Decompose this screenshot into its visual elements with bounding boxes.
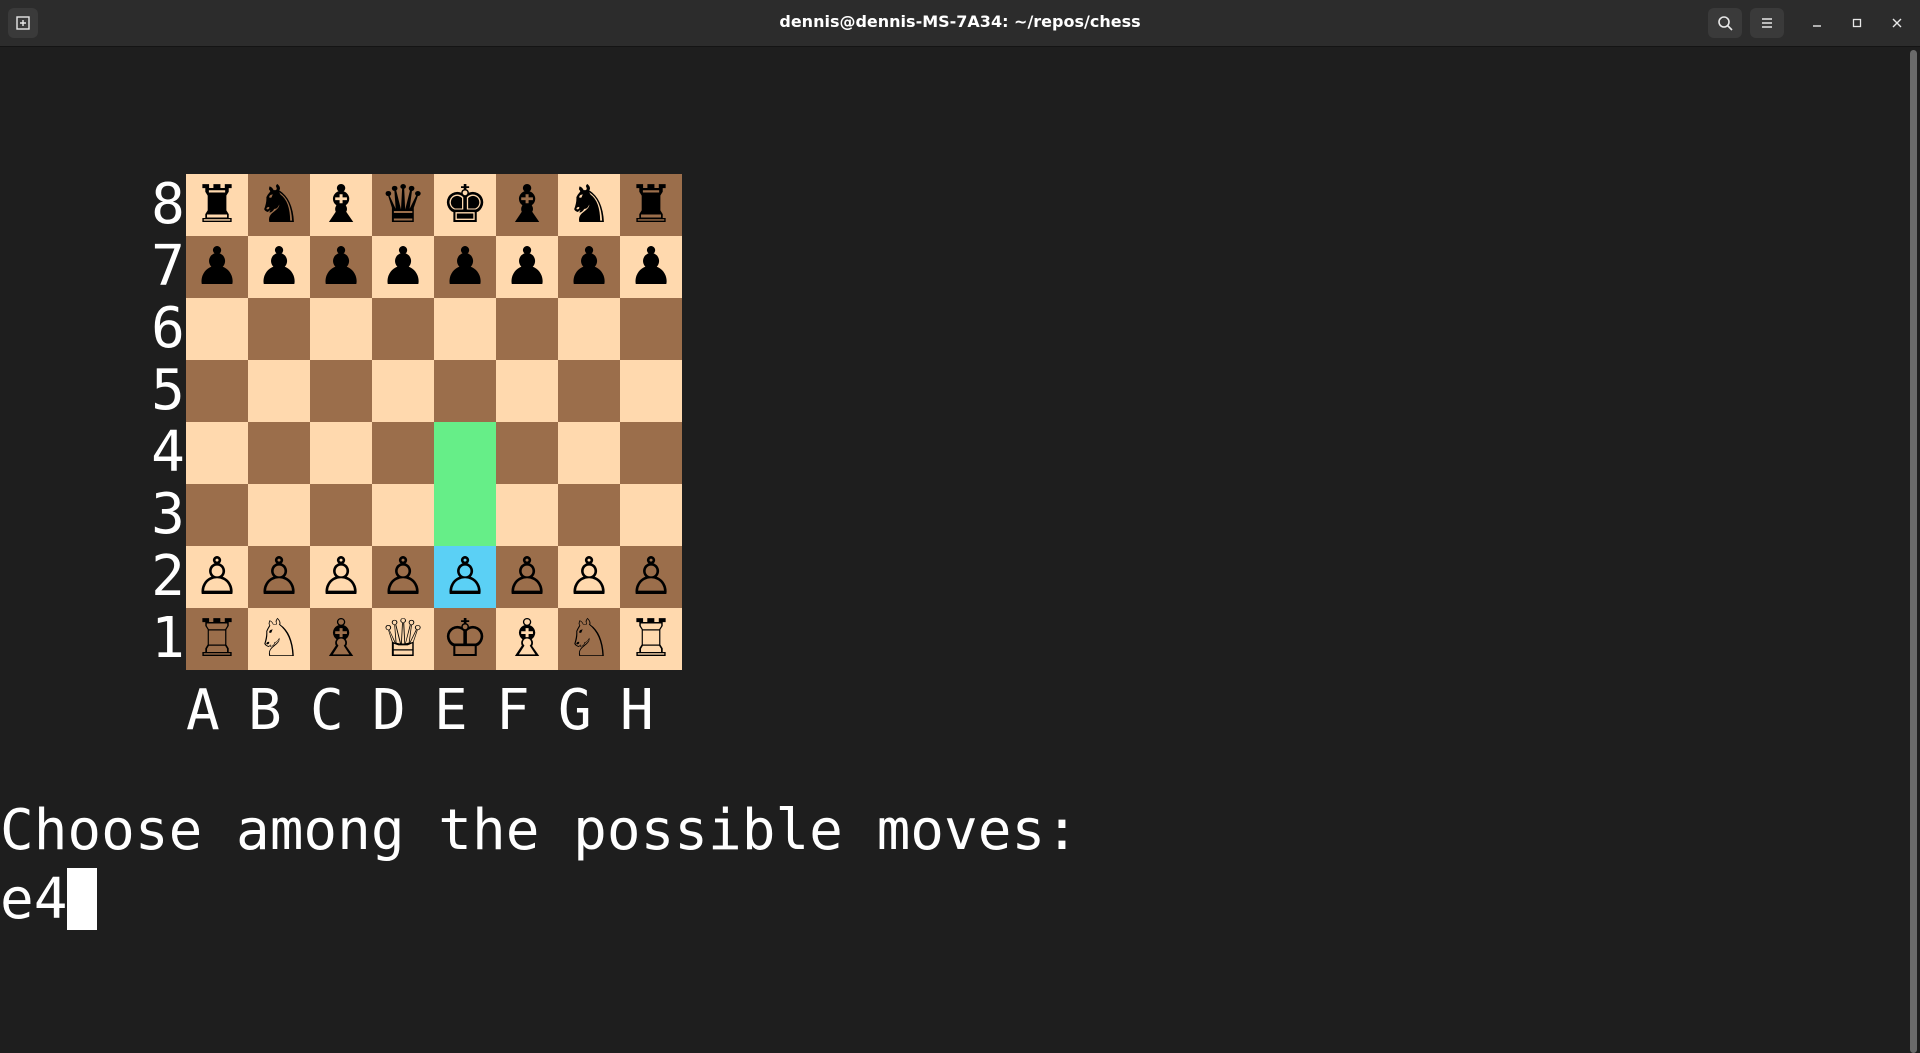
square-a3[interactable] (186, 484, 248, 546)
square-c1[interactable]: ♗ (310, 608, 372, 670)
square-e7[interactable]: ♟ (434, 236, 496, 298)
square-e1[interactable]: ♔ (434, 608, 496, 670)
square-h4[interactable] (620, 422, 682, 484)
square-f6[interactable] (496, 298, 558, 360)
square-h2[interactable]: ♙ (620, 546, 682, 608)
menu-button[interactable] (1750, 8, 1784, 38)
square-d3[interactable] (372, 484, 434, 546)
square-e3[interactable] (434, 484, 496, 546)
file-label: C (310, 678, 344, 743)
rank-label: 8 (151, 172, 185, 237)
square-h7[interactable]: ♟ (620, 236, 682, 298)
square-g4[interactable] (558, 422, 620, 484)
square-a8[interactable]: ♜ (186, 174, 248, 236)
close-icon (1892, 18, 1902, 28)
square-h3[interactable] (620, 484, 682, 546)
rank-label: 1 (151, 606, 185, 671)
square-d7[interactable]: ♟ (372, 236, 434, 298)
square-c5[interactable] (310, 360, 372, 422)
square-c8[interactable]: ♝ (310, 174, 372, 236)
square-a6[interactable] (186, 298, 248, 360)
square-f3[interactable] (496, 484, 558, 546)
terminal-input-line[interactable]: e4 (0, 867, 98, 932)
square-d6[interactable] (372, 298, 434, 360)
square-c6[interactable] (310, 298, 372, 360)
square-g8[interactable]: ♞ (558, 174, 620, 236)
maximize-icon (1852, 18, 1862, 28)
rank-label: 6 (151, 296, 185, 361)
file-label: H (620, 678, 654, 743)
window-titlebar: dennis@dennis-MS-7A34: ~/repos/chess (0, 0, 1920, 47)
square-b4[interactable] (248, 422, 310, 484)
square-d2[interactable]: ♙ (372, 546, 434, 608)
square-e8[interactable]: ♚ (434, 174, 496, 236)
square-a2[interactable]: ♙ (186, 546, 248, 608)
file-label: E (434, 678, 468, 743)
move-prompt: Choose among the possible moves: (0, 798, 1079, 863)
maximize-button[interactable] (1842, 8, 1872, 38)
square-f5[interactable] (496, 360, 558, 422)
square-d1[interactable]: ♕ (372, 608, 434, 670)
square-f4[interactable] (496, 422, 558, 484)
square-g7[interactable]: ♟ (558, 236, 620, 298)
square-e4[interactable] (434, 422, 496, 484)
search-icon (1718, 16, 1733, 31)
square-a4[interactable] (186, 422, 248, 484)
square-a7[interactable]: ♟ (186, 236, 248, 298)
hamburger-menu-icon (1762, 18, 1772, 28)
terminal-scrollbar[interactable] (1910, 50, 1917, 1053)
file-label: G (558, 678, 592, 743)
square-b1[interactable]: ♘ (248, 608, 310, 670)
square-h8[interactable]: ♜ (620, 174, 682, 236)
rank-label: 3 (151, 482, 185, 547)
square-h1[interactable]: ♖ (620, 608, 682, 670)
square-c2[interactable]: ♙ (310, 546, 372, 608)
file-label: B (248, 678, 282, 743)
square-c7[interactable]: ♟ (310, 236, 372, 298)
square-d5[interactable] (372, 360, 434, 422)
square-f1[interactable]: ♗ (496, 608, 558, 670)
square-f2[interactable]: ♙ (496, 546, 558, 608)
square-d4[interactable] (372, 422, 434, 484)
rank-label: 2 (151, 544, 185, 609)
terminal-input-text[interactable]: e4 (0, 867, 67, 932)
window-title: dennis@dennis-MS-7A34: ~/repos/chess (779, 12, 1141, 31)
square-f7[interactable]: ♟ (496, 236, 558, 298)
rank-label: 4 (151, 420, 185, 485)
minimize-button[interactable] (1802, 8, 1832, 38)
rank-label: 7 (151, 234, 185, 299)
square-e5[interactable] (434, 360, 496, 422)
square-g2[interactable]: ♙ (558, 546, 620, 608)
square-e2[interactable]: ♙ (434, 546, 496, 608)
square-h6[interactable] (620, 298, 682, 360)
square-g5[interactable] (558, 360, 620, 422)
square-a1[interactable]: ♖ (186, 608, 248, 670)
terminal-cursor (67, 868, 98, 930)
close-button[interactable] (1882, 8, 1912, 38)
square-c3[interactable] (310, 484, 372, 546)
square-a5[interactable] (186, 360, 248, 422)
file-labels: A B C D E F G H (186, 680, 682, 742)
minimize-icon (1813, 25, 1821, 27)
chess-board: ♜ ♞ ♝ ♛ ♚ ♝ ♞ ♜ ♟ ♟ ♟ ♟ ♟ ♟ ♟ ♟ ♙ ♙ ♙ ♙ ♙ ♙ ♙ ♙ ♖ ♘ ♗ ♕ ♔ ♗ ♘ ♖ (186, 174, 682, 670)
search-button[interactable] (1708, 8, 1742, 38)
square-b5[interactable] (248, 360, 310, 422)
file-label: F (496, 678, 530, 743)
square-e6[interactable] (434, 298, 496, 360)
square-b2[interactable]: ♙ (248, 546, 310, 608)
square-b3[interactable] (248, 484, 310, 546)
file-label: D (372, 678, 406, 743)
file-label: A (186, 678, 220, 743)
square-b8[interactable]: ♞ (248, 174, 310, 236)
square-b7[interactable]: ♟ (248, 236, 310, 298)
square-f8[interactable]: ♝ (496, 174, 558, 236)
square-b6[interactable] (248, 298, 310, 360)
square-h5[interactable] (620, 360, 682, 422)
square-g1[interactable]: ♘ (558, 608, 620, 670)
rank-label: 5 (151, 358, 185, 423)
square-g6[interactable] (558, 298, 620, 360)
square-c4[interactable] (310, 422, 372, 484)
square-d8[interactable]: ♛ (372, 174, 434, 236)
square-g3[interactable] (558, 484, 620, 546)
